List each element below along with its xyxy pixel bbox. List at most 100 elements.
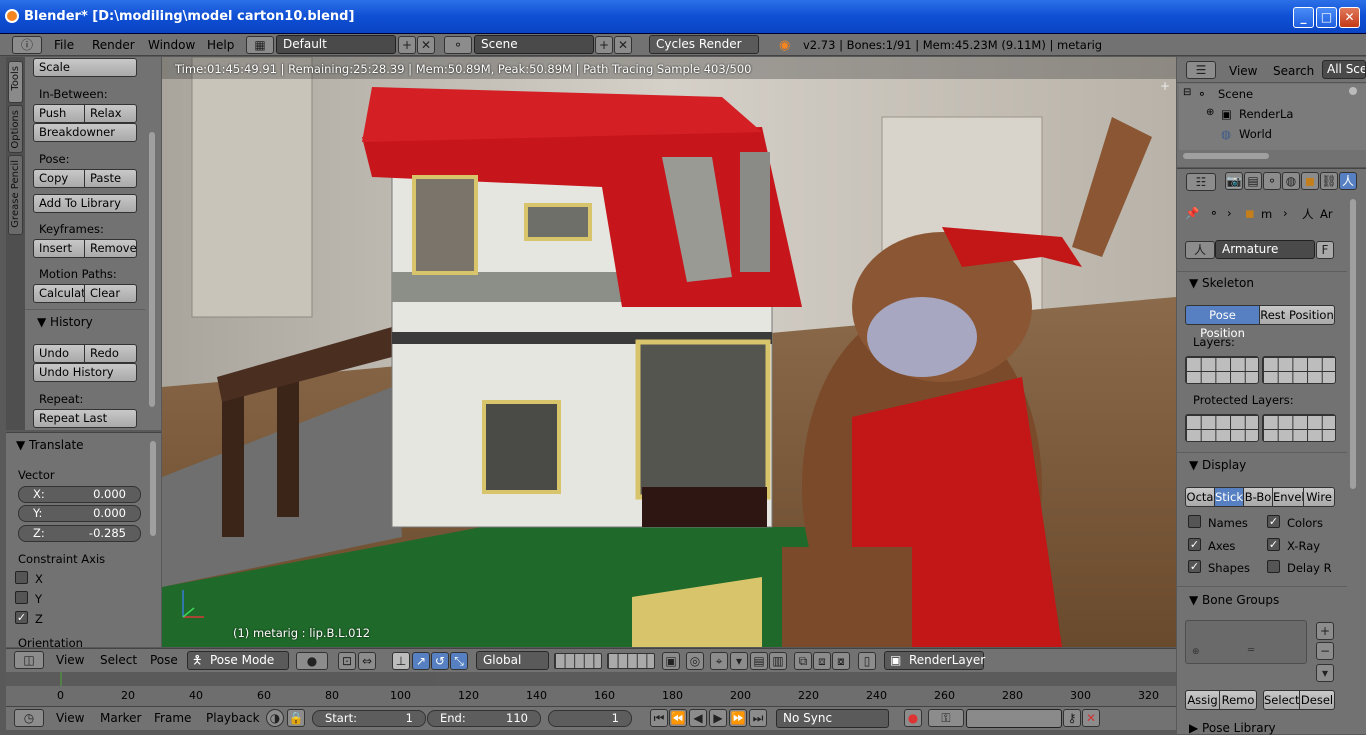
proportional-edit-icon[interactable]: ◎: [686, 652, 704, 670]
menu-select-3d[interactable]: Select: [100, 653, 137, 667]
skeleton-panel-header[interactable]: ▼ Skeleton: [1189, 276, 1254, 290]
end-frame-field[interactable]: End: 110: [427, 710, 541, 727]
menu-file[interactable]: File: [54, 38, 74, 52]
display-filter-dropdown[interactable]: All Sce: [1322, 60, 1366, 79]
remove-bone-group-icon[interactable]: −: [1316, 642, 1334, 660]
lock-transform-icon[interactable]: ⇔: [358, 652, 376, 670]
menu-pose[interactable]: Pose: [150, 653, 178, 667]
remove-scene-icon[interactable]: ✕: [614, 36, 632, 54]
paste-pose-icon[interactable]: ⧈: [813, 652, 831, 670]
armature-layers-1[interactable]: [1185, 356, 1259, 384]
render-layers-tab-icon[interactable]: ▤: [1244, 172, 1262, 190]
vector-x-field[interactable]: X: 0.000: [18, 486, 141, 503]
copy-pose-button[interactable]: Copy: [33, 169, 85, 188]
record-icon[interactable]: ●: [904, 709, 922, 727]
relax-button[interactable]: Relax: [84, 104, 137, 123]
tab-tools[interactable]: Tools: [8, 61, 23, 103]
fake-user-button[interactable]: F: [1316, 241, 1334, 259]
bone-groups-panel-header[interactable]: ▼ Bone Groups: [1189, 593, 1279, 607]
editor-type-timeline-icon[interactable]: ◷: [14, 709, 44, 727]
armature-data-tab-icon[interactable]: 人: [1339, 172, 1357, 190]
scene-field[interactable]: Scene: [474, 35, 594, 54]
minimize-button[interactable]: _: [1293, 7, 1314, 28]
remove-from-bone-group-button[interactable]: Remo: [1219, 690, 1257, 710]
add-bone-group-icon[interactable]: +: [1316, 622, 1334, 640]
pose-library-panel-header[interactable]: ▶ Pose Library: [1189, 721, 1276, 735]
menu-view-3d[interactable]: View: [56, 653, 84, 667]
list-filter-icon[interactable]: ⊕: [1192, 647, 1200, 657]
paste-flipped-icon[interactable]: ⧇: [832, 652, 850, 670]
start-frame-field[interactable]: Start: 1: [312, 710, 426, 727]
layer-lock-icon[interactable]: ▣: [662, 652, 680, 670]
viewport-corner-plus-icon[interactable]: +: [1160, 79, 1174, 93]
scene-tab-icon[interactable]: ⚬: [1263, 172, 1281, 190]
preview-range-icon[interactable]: ◑: [266, 709, 284, 727]
current-frame-field[interactable]: 1: [548, 710, 632, 727]
snap-icon[interactable]: ⌖: [710, 652, 728, 670]
layout-field[interactable]: Default: [276, 35, 396, 54]
add-to-library-button[interactable]: Add To Library: [33, 194, 137, 213]
play-icon[interactable]: ▶: [709, 709, 727, 727]
jump-start-icon[interactable]: ⏮: [650, 709, 668, 727]
rest-position-button[interactable]: Rest Position: [1259, 305, 1335, 325]
translate-panel-header[interactable]: ▼ Translate: [16, 438, 84, 452]
display-bbone-button[interactable]: B-Bo: [1243, 487, 1273, 507]
constraint-x-checkbox[interactable]: [15, 571, 28, 584]
display-envelope-button[interactable]: Envel: [1272, 487, 1305, 507]
close-button[interactable]: ✕: [1339, 7, 1360, 28]
layout-icon[interactable]: ▦: [246, 36, 274, 54]
collapse-scene-icon[interactable]: ⊟: [1183, 87, 1191, 98]
render-engine-dropdown[interactable]: Cycles Render: [649, 35, 759, 54]
editor-type-outliner-icon[interactable]: ☰: [1186, 61, 1216, 79]
render-tab-icon[interactable]: 📷: [1225, 172, 1243, 190]
breakdowner-button[interactable]: Breakdowner: [33, 123, 137, 142]
constraints-tab-icon[interactable]: ⛓: [1320, 172, 1338, 190]
maximize-button[interactable]: □: [1316, 7, 1337, 28]
add-scene-icon[interactable]: +: [595, 36, 613, 54]
history-panel-header[interactable]: ▼ History: [37, 315, 93, 329]
display-stick-button[interactable]: Stick: [1214, 487, 1244, 507]
mode-dropdown[interactable]: 🯅 Pose Mode: [187, 651, 289, 670]
render-layer-dropdown[interactable]: ▣ RenderLayer: [884, 651, 985, 670]
constraint-y-checkbox[interactable]: [15, 591, 28, 604]
rotate-manipulator-icon[interactable]: ↺: [431, 652, 449, 670]
delay-refresh-checkbox[interactable]: [1267, 560, 1280, 573]
armature-layers-2[interactable]: [1262, 356, 1336, 384]
jump-prev-key-icon[interactable]: ⏪: [669, 709, 687, 727]
paste-pose-button[interactable]: Paste: [84, 169, 137, 188]
tab-grease-pencil[interactable]: Grease Pencil: [8, 155, 23, 235]
outliner-vscroll-handle[interactable]: [1349, 87, 1357, 95]
menu-window[interactable]: Window: [148, 38, 195, 52]
copy-pose-icon[interactable]: ⧉: [794, 652, 812, 670]
menu-render[interactable]: Render: [92, 38, 135, 52]
axes-checkbox[interactable]: ✓: [1188, 538, 1201, 551]
push-button[interactable]: Push: [33, 104, 85, 123]
undo-history-button[interactable]: Undo History: [33, 363, 137, 382]
pin-icon[interactable]: 📌: [1185, 206, 1199, 220]
vector-y-field[interactable]: Y: 0.000: [18, 505, 141, 522]
scale-manipulator-icon[interactable]: ⤡: [450, 652, 468, 670]
snap-element-icon[interactable]: ▾: [730, 652, 748, 670]
display-wire-button[interactable]: Wire: [1303, 487, 1335, 507]
layer-buttons-2[interactable]: [607, 653, 655, 669]
menu-search[interactable]: Search: [1273, 64, 1314, 78]
armature-browse-icon[interactable]: 人: [1185, 241, 1215, 259]
delete-keyframe-icon[interactable]: ✕: [1082, 709, 1100, 727]
undo-button[interactable]: Undo: [33, 344, 85, 363]
add-layout-icon[interactable]: +: [398, 36, 416, 54]
render-still-icon[interactable]: ▤: [750, 652, 768, 670]
jump-next-key-icon[interactable]: ⏩: [729, 709, 747, 727]
menu-playback[interactable]: Playback: [206, 711, 260, 725]
keying-set-field[interactable]: [966, 709, 1062, 728]
keying-icon[interactable]: ⚿: [928, 709, 964, 727]
lock-frame-icon[interactable]: 🔒: [287, 709, 305, 727]
bone-groups-list[interactable]: ⊕ ═: [1185, 620, 1307, 664]
editor-type-properties-icon[interactable]: ☷: [1186, 173, 1216, 191]
assign-bone-group-button[interactable]: Assig: [1185, 690, 1220, 710]
redo-button[interactable]: Redo: [84, 344, 137, 363]
menu-view-outliner[interactable]: View: [1229, 64, 1257, 78]
jump-end-icon[interactable]: ⏭: [749, 709, 767, 727]
remove-keyframe-button[interactable]: Remove: [84, 239, 137, 258]
select-bone-group-button[interactable]: Select: [1263, 690, 1300, 710]
menu-frame[interactable]: Frame: [154, 711, 191, 725]
